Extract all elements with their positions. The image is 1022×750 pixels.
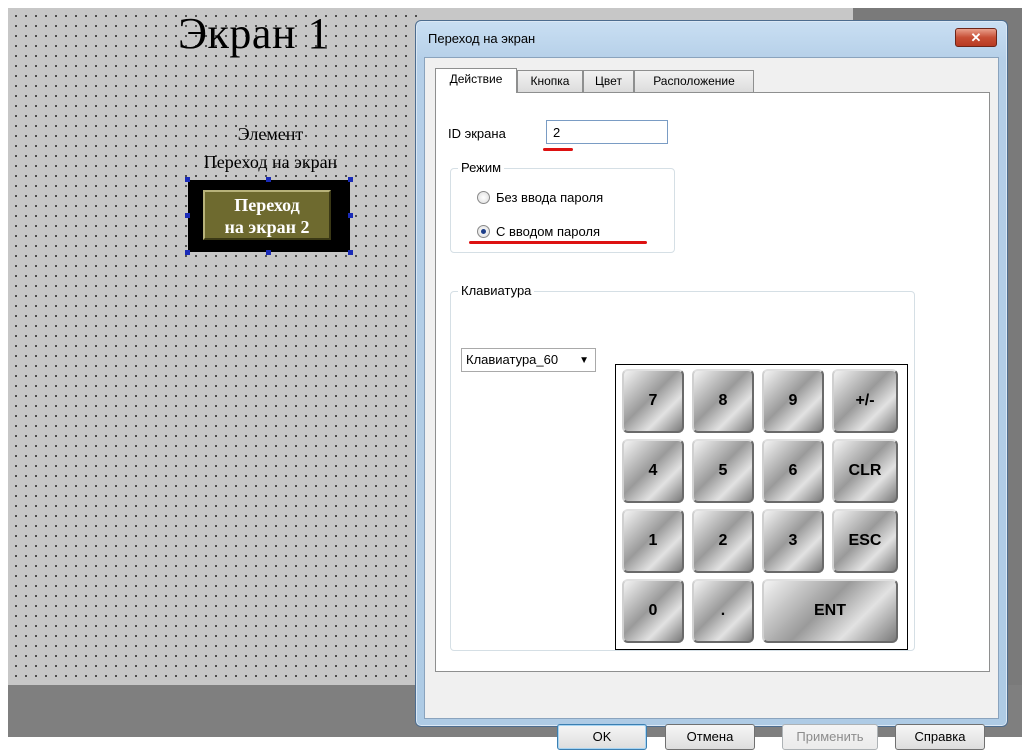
- key-clr: CLR: [832, 439, 898, 503]
- resize-handle[interactable]: [348, 213, 353, 218]
- key-4: 4: [622, 439, 684, 503]
- screen-editor-canvas[interactable]: [8, 8, 423, 685]
- key-2: 2: [692, 509, 754, 573]
- keyboard-preview: 7 8 9 +/- 4 5 6 CLR 1 2 3 ESC 0 . ENT: [615, 364, 908, 650]
- goto-element-label-line-2: на экран 2: [224, 217, 310, 237]
- key-dot: .: [692, 579, 754, 643]
- resize-handle[interactable]: [348, 177, 353, 182]
- ok-button[interactable]: OK: [557, 724, 647, 750]
- highlight-underline: [469, 241, 647, 244]
- goto-screen-element[interactable]: Переход на экран 2: [188, 180, 350, 252]
- tab-location[interactable]: Расположение: [634, 70, 754, 92]
- goto-element-label-line-1: Переход: [234, 195, 300, 215]
- key-9: 9: [762, 369, 824, 433]
- radio-icon[interactable]: [477, 225, 490, 238]
- mode-group-legend: Режим: [458, 160, 505, 175]
- close-button[interactable]: ✕: [955, 28, 997, 47]
- apply-button[interactable]: Применить: [782, 724, 878, 750]
- tab-button[interactable]: Кнопка: [517, 70, 583, 92]
- radio-no-password-label: Без ввода пароля: [496, 190, 604, 205]
- resize-handle[interactable]: [185, 250, 190, 255]
- resize-handle[interactable]: [185, 177, 190, 182]
- screen-id-input[interactable]: [546, 120, 668, 144]
- key-6: 6: [762, 439, 824, 503]
- resize-handle[interactable]: [185, 213, 190, 218]
- key-3: 3: [762, 509, 824, 573]
- cancel-button[interactable]: Отмена: [665, 724, 755, 750]
- screen-id-label: ID экрана: [448, 126, 506, 141]
- radio-no-password[interactable]: Без ввода пароля: [477, 190, 603, 205]
- key-7: 7: [622, 369, 684, 433]
- keyboard-select-value: Клавиатура_60: [466, 352, 559, 367]
- element-description-line-2: Переход на экран: [203, 152, 338, 172]
- key-plus-minus: +/-: [832, 369, 898, 433]
- resize-handle[interactable]: [348, 250, 353, 255]
- key-8: 8: [692, 369, 754, 433]
- radio-with-password-label: С вводом пароля: [496, 224, 601, 239]
- dialog-title: Переход на экран: [428, 31, 536, 46]
- screen-title: Экран 1: [178, 9, 330, 58]
- tab-color[interactable]: Цвет: [583, 70, 634, 92]
- highlight-underline: [543, 148, 573, 151]
- key-5: 5: [692, 439, 754, 503]
- radio-with-password[interactable]: С вводом пароля: [477, 224, 600, 239]
- goto-screen-dialog: Переход на экран ✕ Действие Кнопка Цвет …: [415, 20, 1008, 750]
- tab-action[interactable]: Действие: [435, 68, 517, 93]
- element-description-line-1: Элемент: [237, 124, 304, 144]
- resize-handle[interactable]: [266, 250, 271, 255]
- resize-handle[interactable]: [266, 177, 271, 182]
- key-0: 0: [622, 579, 684, 643]
- key-esc: ESC: [832, 509, 898, 573]
- goto-screen-element-face[interactable]: Переход на экран 2: [203, 190, 331, 240]
- key-ent: ENT: [762, 579, 898, 643]
- keyboard-select[interactable]: Клавиатура_60 ▼: [461, 348, 596, 372]
- element-description: Элемент Переход на экран: [168, 120, 373, 176]
- keyboard-group-legend: Клавиатура: [458, 283, 535, 298]
- help-button[interactable]: Справка: [895, 724, 985, 750]
- close-icon: ✕: [970, 29, 982, 45]
- dialog-client-area: Действие Кнопка Цвет Расположение ID экр…: [424, 57, 999, 750]
- key-1: 1: [622, 509, 684, 573]
- chevron-down-icon[interactable]: ▼: [579, 350, 589, 372]
- radio-icon[interactable]: [477, 191, 490, 204]
